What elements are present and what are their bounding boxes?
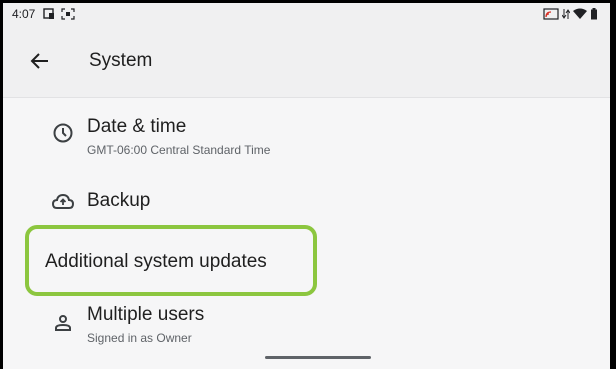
status-icons-left	[43, 7, 75, 25]
settings-item-subtitle: Signed in as Owner	[87, 331, 192, 345]
status-time: 4:07	[12, 7, 36, 21]
wifi-icon	[573, 7, 587, 25]
clock-icon	[51, 121, 75, 145]
settings-item-date-time[interactable]: Date & time GMT-06:00 Central Standard T…	[3, 98, 610, 178]
settings-item-title: Date & time	[87, 116, 187, 137]
battery-icon	[590, 7, 598, 25]
person-icon	[51, 311, 75, 335]
status-icons-right	[543, 7, 598, 25]
app-bar: System	[3, 25, 610, 98]
settings-item-additional-system-updates[interactable]: Additional system updates	[25, 225, 317, 296]
settings-item-title: Additional system updates	[45, 251, 267, 272]
settings-item-subtitle: GMT-06:00 Central Standard Time	[87, 143, 271, 157]
status-bar: 4:07	[3, 3, 610, 25]
settings-item-title: Backup	[87, 190, 151, 211]
settings-item-backup[interactable]: Backup	[3, 178, 610, 226]
data-icon	[561, 7, 571, 25]
page-title: System	[89, 50, 153, 71]
settings-item-multiple-users[interactable]: Multiple users Signed in as Owner	[3, 296, 610, 356]
arrow-back-icon[interactable]	[28, 49, 52, 73]
screen-frame: 4:07 System Date & time GMT-06:00 Centra…	[0, 0, 616, 369]
screenshot-icon	[61, 7, 75, 25]
cast-icon	[43, 7, 55, 25]
settings-item-title: Multiple users	[87, 304, 205, 325]
gesture-nav-handle[interactable]	[265, 356, 371, 359]
cloud-upload-icon	[51, 190, 75, 214]
cast-screen-icon	[543, 7, 559, 25]
